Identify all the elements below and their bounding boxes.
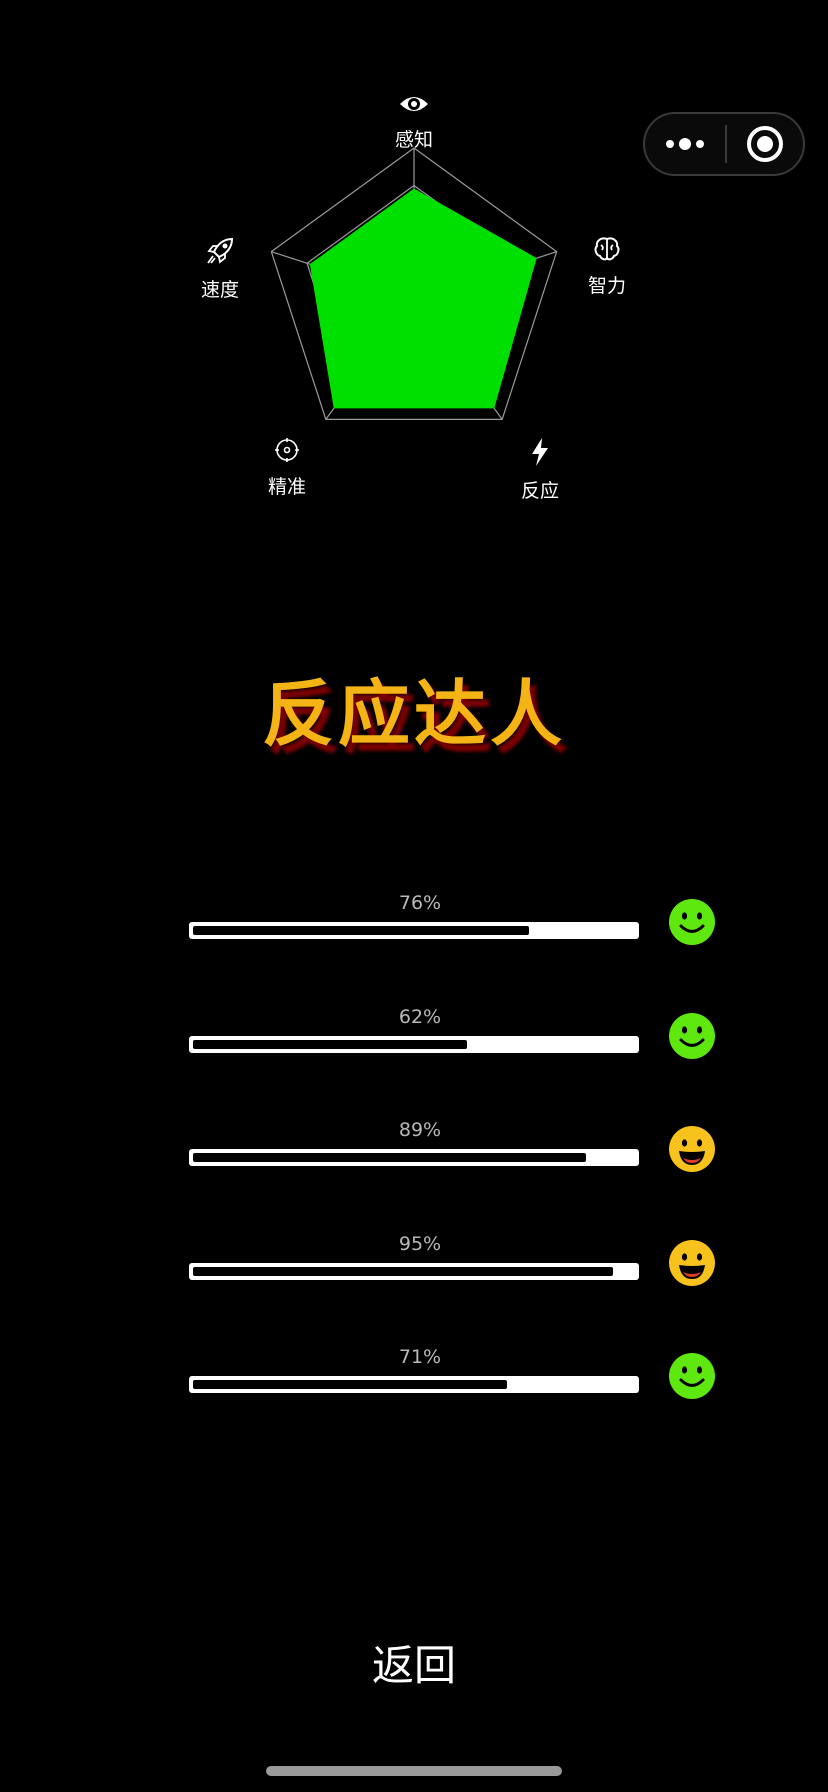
score-row: 62% [0, 1006, 828, 1086]
radar-axis-label-text: 速度 [200, 279, 239, 301]
radar-axis-label: 反应 [490, 437, 590, 503]
result-screen: 感知智力反应 精准 速度 反应达人 76% 62% 89% 95% 71% 返回 [0, 0, 828, 1792]
grinning-face-icon [668, 1125, 716, 1173]
rocket-icon [170, 236, 270, 271]
lightning-icon [490, 437, 590, 472]
smiling-face-icon [668, 1352, 716, 1400]
radar-axis-label: 精准 [237, 437, 337, 499]
score-row: 95% [0, 1233, 828, 1313]
grinning-face-icon [668, 1239, 716, 1287]
progress-fill [193, 1380, 507, 1389]
score-row: 76% [0, 892, 828, 972]
home-indicator[interactable] [266, 1766, 562, 1776]
radar-axis-label: 智力 [557, 236, 657, 298]
progress-bar [189, 1149, 639, 1166]
result-title: 反应达人 [261, 672, 566, 756]
radar-axis-label-text: 精准 [267, 476, 306, 498]
radar-axis-label-text: 反应 [520, 480, 559, 502]
smiling-face-icon [668, 898, 716, 946]
score-percent-label: 71% [398, 1346, 442, 1368]
radar-axis-label: 速度 [170, 236, 270, 302]
brain-icon [557, 236, 657, 267]
radar-data-polygon [309, 188, 537, 409]
eye-icon [364, 92, 464, 121]
smiling-face-icon [668, 1012, 716, 1060]
score-row: 71% [0, 1346, 828, 1426]
progress-bar [189, 1035, 639, 1053]
radar-chart [270, 147, 558, 420]
radar-axis-label-text: 智力 [587, 275, 626, 297]
progress-bar [189, 1376, 639, 1393]
score-percent-label: 62% [398, 1005, 442, 1028]
progress-fill [193, 1266, 613, 1276]
progress-fill [193, 1153, 587, 1162]
score-row: 89% [0, 1119, 828, 1199]
score-percent-label: 89% [398, 1119, 442, 1141]
radar-axis-label-text: 感知 [394, 129, 433, 151]
back-button[interactable]: 返回 [314, 1630, 514, 1694]
radar-axis-label: 感知 [364, 92, 464, 152]
progress-fill [193, 926, 529, 935]
score-percent-label: 95% [398, 1232, 442, 1255]
progress-bar [189, 1262, 639, 1280]
target-icon [237, 437, 337, 468]
progress-bar [189, 922, 639, 939]
score-percent-label: 76% [398, 892, 442, 914]
progress-fill [193, 1039, 468, 1049]
